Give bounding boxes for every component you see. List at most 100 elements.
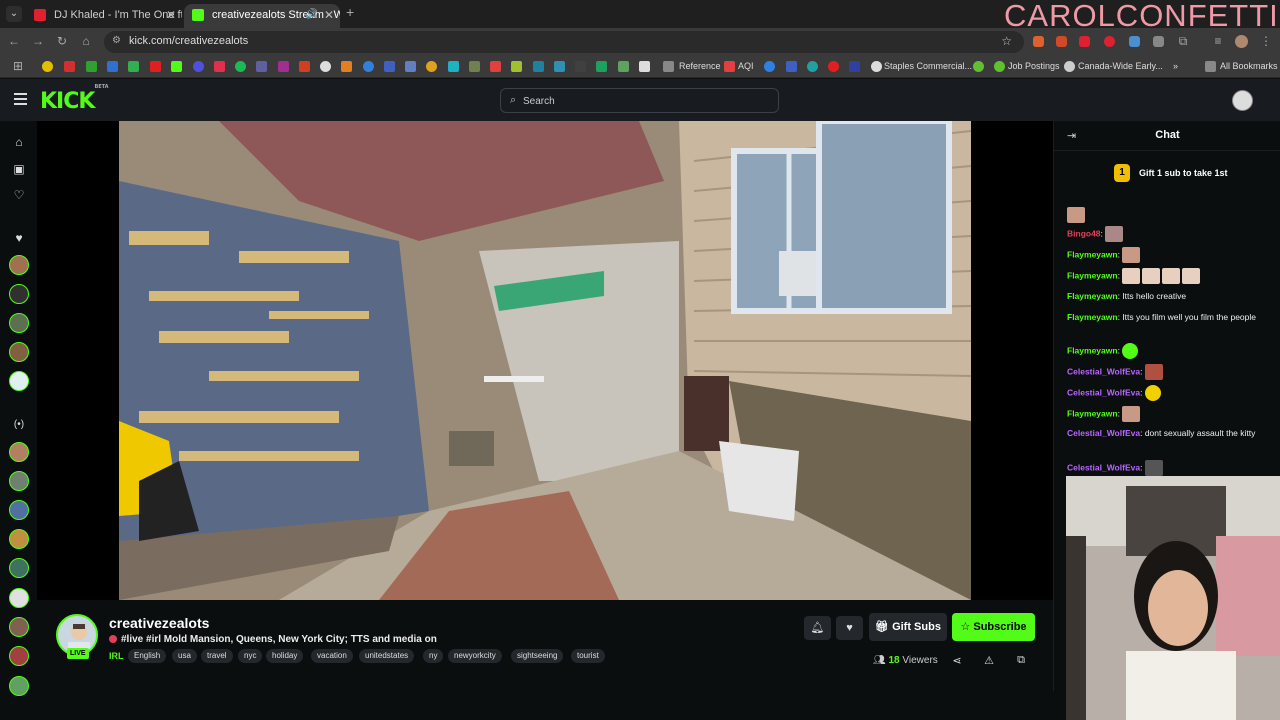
site-info-icon[interactable]: ⚙ bbox=[112, 35, 121, 46]
stream-tag[interactable]: ny bbox=[423, 649, 444, 663]
follow-heart-button[interactable]: ♥ bbox=[836, 616, 863, 640]
extension-icon[interactable] bbox=[1104, 36, 1115, 47]
chat-username[interactable]: Bingo48 bbox=[1067, 228, 1101, 238]
chat-username[interactable]: Flaymeyawn bbox=[1067, 291, 1118, 301]
chat-username[interactable]: Celestial_WolfEva bbox=[1067, 462, 1140, 472]
channel-avatar[interactable] bbox=[9, 471, 29, 491]
video-frame[interactable] bbox=[119, 121, 971, 600]
bookmark-reference[interactable]: Reference bbox=[679, 61, 721, 71]
browser-tab-youtube[interactable]: DJ Khaled - I'm The One ft. Justin ✕ bbox=[26, 4, 182, 28]
channel-avatar[interactable] bbox=[9, 529, 29, 549]
channel-avatar[interactable] bbox=[9, 313, 29, 333]
bookmark-icon[interactable] bbox=[405, 61, 416, 72]
bookmark-icon[interactable] bbox=[150, 61, 161, 72]
channel-avatar[interactable] bbox=[9, 255, 29, 275]
chat-username[interactable]: Celestial_WolfEva bbox=[1067, 428, 1140, 438]
bookmark-star-icon[interactable]: ☆ bbox=[1001, 34, 1012, 48]
apps-grid-icon[interactable]: ⊞ bbox=[10, 59, 26, 73]
browse-icon[interactable]: ▣ bbox=[12, 162, 26, 176]
close-tab-icon[interactable]: ✕ bbox=[166, 4, 176, 26]
bookmark-canada[interactable]: Canada-Wide Early... bbox=[1078, 61, 1163, 71]
bookmark-staples[interactable]: Staples Commercial... bbox=[884, 61, 972, 71]
user-avatar[interactable] bbox=[1232, 90, 1253, 111]
channel-avatar[interactable] bbox=[9, 588, 29, 608]
bookmark-icon[interactable] bbox=[64, 61, 75, 72]
bookmark-icon[interactable] bbox=[299, 61, 310, 72]
channel-avatar[interactable] bbox=[9, 676, 29, 696]
chat-username[interactable]: Flaymeyawn bbox=[1067, 345, 1118, 355]
new-tab-icon[interactable]: + bbox=[346, 4, 354, 20]
extensions-puzzle-icon[interactable]: ⧉ bbox=[1175, 34, 1191, 49]
gift-leaderboard[interactable]: 1 Gift 1 sub to take 1st bbox=[1054, 159, 1280, 187]
gift-subs-button[interactable]: 🎁︎ Gift Subs bbox=[869, 613, 947, 641]
bookmark-aqi[interactable]: AQI bbox=[738, 61, 754, 71]
all-bookmarks[interactable]: All Bookmarks bbox=[1220, 61, 1278, 71]
bookmark-icon[interactable] bbox=[490, 61, 501, 72]
bookmark-icon[interactable] bbox=[618, 61, 629, 72]
channel-avatar[interactable] bbox=[9, 617, 29, 637]
bookmark-icon[interactable] bbox=[639, 61, 650, 72]
bookmark-icon[interactable] bbox=[469, 61, 480, 72]
bookmark-icon[interactable] bbox=[107, 61, 118, 72]
extension-icon[interactable] bbox=[1056, 36, 1067, 47]
bookmark-icon[interactable] bbox=[341, 61, 352, 72]
media-control-icon[interactable]: ≡ bbox=[1210, 34, 1226, 48]
video-player[interactable] bbox=[37, 121, 1053, 600]
forward-icon[interactable]: → bbox=[30, 34, 46, 48]
channel-avatar[interactable] bbox=[9, 646, 29, 666]
chat-username[interactable]: Flaymeyawn bbox=[1067, 408, 1118, 418]
bookmark-icon[interactable] bbox=[426, 61, 437, 72]
channel-avatar[interactable] bbox=[9, 371, 29, 391]
bookmark-icon[interactable] bbox=[193, 61, 204, 72]
browser-menu-icon[interactable]: ⋮ bbox=[1258, 34, 1274, 48]
stream-tag[interactable]: tourist bbox=[571, 649, 605, 663]
subscribe-button[interactable]: ☆ Subscribe bbox=[952, 613, 1035, 641]
bookmark-icon[interactable] bbox=[828, 61, 839, 72]
address-bar[interactable]: ⚙ kick.com/creativezealots ☆ bbox=[104, 31, 1024, 53]
chat-username[interactable]: Flaymeyawn bbox=[1067, 270, 1118, 280]
stream-tag[interactable]: English bbox=[128, 649, 167, 663]
stream-tag[interactable]: holiday bbox=[266, 649, 304, 663]
bookmark-icon[interactable] bbox=[235, 61, 246, 72]
bookmark-icon[interactable] bbox=[320, 61, 331, 72]
stream-category[interactable]: IRL bbox=[109, 651, 124, 661]
bookmark-icon[interactable] bbox=[128, 61, 139, 72]
bookmark-icon[interactable] bbox=[764, 61, 775, 72]
more-bookmarks-icon[interactable]: » bbox=[1173, 61, 1178, 71]
channel-avatar[interactable] bbox=[9, 500, 29, 520]
browser-tab-kick[interactable]: creativezealots Stream - Watch 🔊 ✕ bbox=[184, 4, 340, 28]
bookmark-icon[interactable] bbox=[256, 61, 267, 72]
bookmark-icon[interactable] bbox=[171, 61, 182, 72]
clip-icon[interactable]: ⧉ bbox=[1014, 654, 1028, 667]
stream-tag[interactable]: sightseeing bbox=[511, 649, 564, 663]
home-icon[interactable]: ⌂ bbox=[78, 34, 94, 48]
channel-avatar[interactable] bbox=[9, 342, 29, 362]
streamer-name[interactable]: creativezealots bbox=[109, 615, 209, 631]
stream-tag[interactable]: usa bbox=[172, 649, 197, 663]
kick-logo[interactable]: KICKBETA bbox=[40, 84, 109, 114]
chat-username[interactable]: Flaymeyawn bbox=[1067, 249, 1118, 259]
bookmark-icon[interactable] bbox=[86, 61, 97, 72]
bookmark-icon[interactable] bbox=[42, 61, 53, 72]
channel-avatar[interactable] bbox=[9, 442, 29, 462]
bookmark-icon[interactable] bbox=[973, 61, 984, 72]
stream-tag[interactable]: newyorkcity bbox=[448, 649, 502, 663]
bookmark-icon[interactable] bbox=[363, 61, 374, 72]
search-box[interactable]: ⌕ bbox=[500, 88, 779, 113]
chat-username[interactable]: Flaymeyawn bbox=[1067, 312, 1118, 322]
bookmark-icon[interactable] bbox=[278, 61, 289, 72]
search-input[interactable] bbox=[523, 93, 763, 109]
back-icon[interactable]: ← bbox=[6, 34, 22, 48]
notifications-bell-button[interactable]: 🔔︎ bbox=[804, 616, 831, 640]
following-heart-icon[interactable]: ♡ bbox=[12, 188, 26, 202]
bookmark-icon[interactable] bbox=[533, 61, 544, 72]
bookmark-icon[interactable] bbox=[214, 61, 225, 72]
chat-username[interactable]: Celestial_WolfEva bbox=[1067, 366, 1140, 376]
stream-tag[interactable]: vacation bbox=[311, 649, 353, 663]
bookmark-icon[interactable] bbox=[849, 61, 860, 72]
bookmark-icon[interactable] bbox=[786, 61, 797, 72]
stream-tag[interactable]: unitedstates bbox=[359, 649, 415, 663]
bookmark-icon[interactable] bbox=[448, 61, 459, 72]
extension-icon[interactable] bbox=[1153, 36, 1164, 47]
extension-icon[interactable] bbox=[1079, 36, 1090, 47]
